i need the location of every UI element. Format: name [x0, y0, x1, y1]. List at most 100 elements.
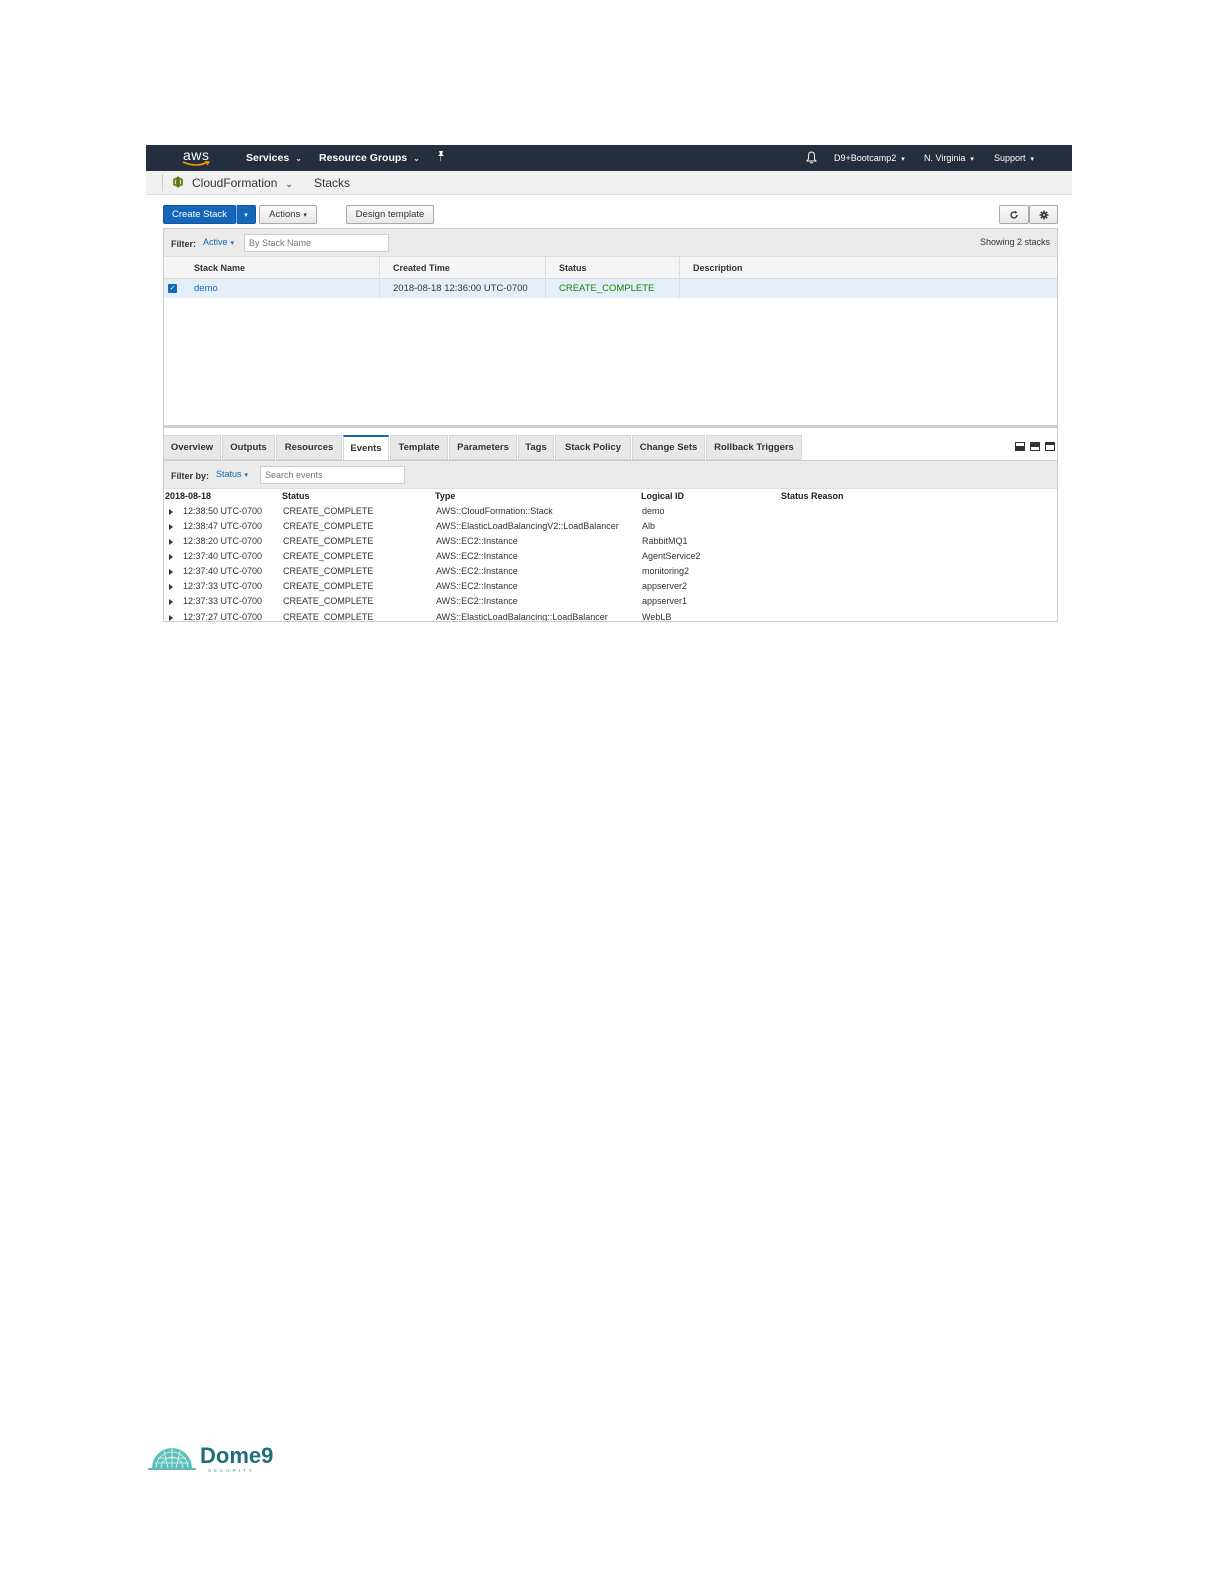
- event-row[interactable]: 12:38:50 UTC-0700 CREATE_COMPLETE AWS::C…: [164, 506, 1057, 521]
- expand-arrow-icon[interactable]: [169, 509, 173, 515]
- tab-change-sets[interactable]: Change Sets: [632, 435, 705, 460]
- table-row[interactable]: ✓ demo 2018-08-18 12:36:00 UTC-0700 CREA…: [164, 279, 1057, 298]
- column-divider: [545, 257, 546, 298]
- event-type: AWS::ElasticLoadBalancingV2::LoadBalance…: [436, 521, 619, 531]
- aws-smile-icon: [182, 161, 210, 166]
- event-time: 12:37:27 UTC-0700: [183, 612, 263, 622]
- tab-stack-policy[interactable]: Stack Policy: [555, 435, 631, 460]
- event-row[interactable]: 12:37:33 UTC-0700 CREATE_COMPLETE AWS::E…: [164, 581, 1057, 596]
- event-type: AWS::CloudFormation::Stack: [436, 506, 553, 516]
- tab-parameters[interactable]: Parameters: [449, 435, 517, 460]
- gear-icon: [1039, 210, 1048, 219]
- event-logical-id: WebLB: [642, 612, 672, 622]
- create-stack-button[interactable]: Create Stack: [163, 205, 236, 224]
- events-col-type: Type: [435, 491, 456, 501]
- tab-resources[interactable]: Resources: [276, 435, 342, 460]
- row-checkbox[interactable]: ✓: [168, 284, 177, 293]
- col-created-time[interactable]: Created Time: [393, 263, 450, 273]
- col-stack-name[interactable]: Stack Name: [194, 263, 245, 273]
- event-row[interactable]: 12:38:20 UTC-0700 CREATE_COMPLETE AWS::E…: [164, 536, 1057, 551]
- event-type: AWS::EC2::Instance: [436, 581, 518, 591]
- panel-resize-handle[interactable]: [163, 425, 1058, 428]
- event-time: 12:37:33 UTC-0700: [183, 581, 263, 591]
- events-date-header: 2018-08-18: [165, 491, 212, 501]
- settings-button[interactable]: [1029, 205, 1058, 224]
- stack-count: Showing 2 stacks: [979, 237, 1050, 247]
- events-filter-dropdown[interactable]: Status ▾: [216, 469, 248, 479]
- actions-button[interactable]: Actions ▾: [259, 205, 317, 224]
- stack-name-link[interactable]: demo: [194, 283, 218, 294]
- event-row[interactable]: 12:37:40 UTC-0700 CREATE_COMPLETE AWS::E…: [164, 566, 1057, 581]
- pin-icon[interactable]: [436, 150, 446, 165]
- event-row[interactable]: 12:38:47 UTC-0700 CREATE_COMPLETE AWS::E…: [164, 521, 1057, 536]
- event-logical-id: appserver1: [642, 596, 688, 606]
- dome9-logo: Dome9 SECURITY: [146, 1436, 286, 1474]
- caret-down-icon: ▾: [901, 156, 905, 163]
- resource-groups-menu[interactable]: Resource Groups ⌄: [319, 152, 420, 164]
- tab-overview[interactable]: Overview: [163, 435, 221, 460]
- services-menu[interactable]: Services ⌄: [246, 152, 302, 164]
- refresh-button[interactable]: [999, 205, 1029, 224]
- tab-template[interactable]: Template: [390, 435, 448, 460]
- event-logical-id: Alb: [642, 521, 656, 531]
- event-status: CREATE_COMPLETE: [283, 521, 374, 531]
- caret-down-icon: ▾: [1030, 156, 1035, 163]
- account-menu[interactable]: D9+Bootcamp2 ▾: [834, 153, 905, 163]
- event-row[interactable]: 12:37:27 UTC-0700 CREATE_COMPLETE AWS::E…: [164, 612, 1057, 622]
- chevron-down-icon: ⌄: [413, 154, 420, 163]
- event-status: CREATE_COMPLETE: [283, 551, 374, 561]
- event-logical-id: monitoring2: [642, 566, 690, 576]
- event-time: 12:38:47 UTC-0700: [183, 521, 263, 531]
- tab-events[interactable]: Events: [343, 435, 389, 460]
- event-time: 12:38:20 UTC-0700: [183, 536, 263, 546]
- expand-arrow-icon[interactable]: [169, 539, 173, 545]
- bell-icon[interactable]: [806, 151, 817, 167]
- event-type: AWS::EC2::Instance: [436, 566, 518, 576]
- event-status: CREATE_COMPLETE: [283, 612, 374, 622]
- region-menu[interactable]: N. Virginia ▾: [924, 153, 974, 163]
- event-type: AWS::EC2::Instance: [436, 551, 518, 561]
- stacks-table-header: Stack Name Created Time Status Descripti…: [164, 257, 1057, 279]
- expand-arrow-icon[interactable]: [169, 569, 173, 575]
- expand-arrow-icon[interactable]: [169, 554, 173, 560]
- dome9-dome-icon: Dome9 SECURITY: [148, 1443, 273, 1473]
- expand-arrow-icon[interactable]: [169, 615, 173, 621]
- tab-outputs[interactable]: Outputs: [222, 435, 275, 460]
- expand-arrow-icon[interactable]: [169, 584, 173, 590]
- event-logical-id: AgentService2: [642, 551, 701, 561]
- stack-search-input[interactable]: [244, 234, 389, 252]
- events-col-status: Status: [282, 491, 310, 501]
- col-description[interactable]: Description: [693, 263, 743, 273]
- filter-dropdown[interactable]: Active ▾: [203, 237, 234, 247]
- layout-top-icon[interactable]: [1045, 442, 1055, 451]
- tab-tags[interactable]: Tags: [518, 435, 554, 460]
- event-row[interactable]: 12:37:40 UTC-0700 CREATE_COMPLETE AWS::E…: [164, 551, 1057, 566]
- expand-arrow-icon[interactable]: [169, 599, 173, 605]
- tab-rollback-triggers[interactable]: Rollback Triggers: [706, 435, 802, 460]
- create-stack-dropdown[interactable]: ▾: [236, 205, 256, 224]
- event-row[interactable]: 12:37:33 UTC-0700 CREATE_COMPLETE AWS::E…: [164, 596, 1057, 611]
- event-type: AWS::ElasticLoadBalancing::LoadBalancer: [436, 612, 608, 622]
- layout-split-icon[interactable]: [1030, 442, 1040, 451]
- design-template-button[interactable]: Design template: [346, 205, 434, 224]
- event-time: 12:37:33 UTC-0700: [183, 596, 263, 606]
- page-title: Stacks: [314, 176, 351, 190]
- layout-bottom-icon[interactable]: [1015, 442, 1025, 451]
- divider: [162, 174, 163, 191]
- events-panel: Filter by: Status▾ 2018-08-18 Status Typ…: [163, 460, 1058, 622]
- event-time: 12:37:40 UTC-0700: [183, 551, 263, 561]
- service-switcher[interactable]: CloudFormation ⌄: [192, 176, 293, 190]
- event-time: 12:38:50 UTC-0700: [183, 506, 263, 516]
- events-search-input[interactable]: [260, 466, 405, 484]
- aws-logo[interactable]: aws: [180, 147, 214, 169]
- event-status: CREATE_COMPLETE: [283, 581, 374, 591]
- col-status[interactable]: Status: [559, 263, 587, 273]
- expand-arrow-icon[interactable]: [169, 524, 173, 530]
- event-logical-id: appserver2: [642, 581, 688, 591]
- created-time: 2018-08-18 12:36:00 UTC-0700: [393, 283, 528, 294]
- event-status: CREATE_COMPLETE: [283, 506, 374, 516]
- event-logical-id: RabbitMQ1: [642, 536, 688, 546]
- support-menu[interactable]: Support ▾: [994, 153, 1034, 163]
- top-nav: aws Services ⌄ Resource Groups ⌄ D9+Bootca…: [146, 145, 1072, 171]
- events-col-logical-id: Logical ID: [641, 491, 685, 501]
